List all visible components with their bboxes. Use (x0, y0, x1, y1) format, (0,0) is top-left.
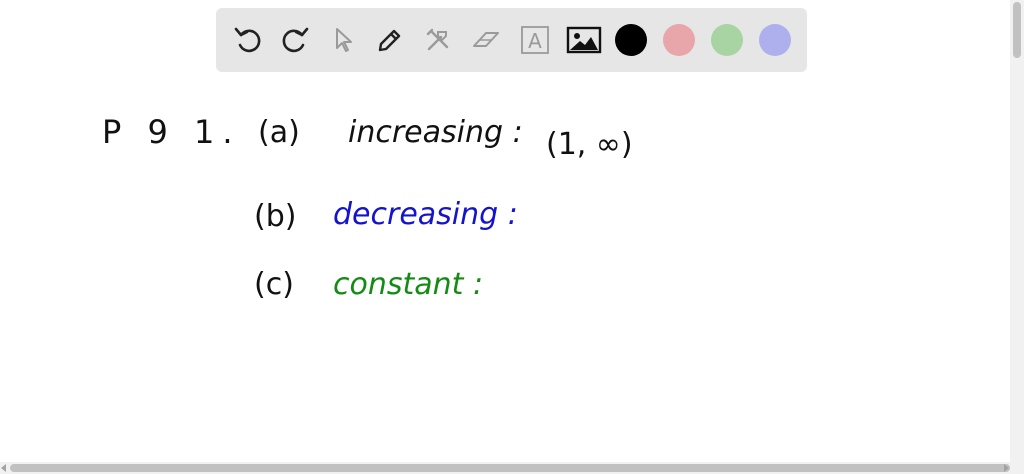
undo-icon (234, 27, 261, 53)
part-b-text: decreasing : (333, 197, 518, 232)
color-black-swatch[interactable] (615, 24, 647, 56)
text-button[interactable]: A (515, 20, 555, 60)
eraser-icon (473, 32, 499, 47)
whiteboard-canvas[interactable]: A P 9 1. (a) increasing : (1, ∞) (b) dec… (0, 0, 1010, 462)
part-c-label: (c) (254, 267, 294, 302)
horizontal-scrollbar[interactable] (0, 462, 1024, 474)
pen-button[interactable] (370, 20, 410, 60)
undo-button[interactable] (228, 20, 268, 60)
color-green-swatch[interactable] (711, 24, 743, 56)
problem-number: P 9 1. (102, 113, 241, 151)
drawing-toolbar: A (216, 8, 807, 72)
part-a-label: (a) (258, 115, 300, 150)
tools-button[interactable] (418, 20, 458, 60)
image-button[interactable] (564, 20, 604, 60)
eraser-button[interactable] (466, 20, 506, 60)
redo-icon (282, 27, 309, 53)
image-icon (566, 26, 602, 54)
pen-icon (378, 29, 401, 52)
select-button[interactable] (323, 20, 363, 60)
horizontal-scroll-thumb[interactable] (10, 464, 1010, 472)
svg-text:A: A (528, 29, 542, 53)
color-blue-swatch[interactable] (759, 24, 791, 56)
redo-button[interactable] (275, 20, 315, 60)
part-a-text: increasing : (348, 115, 523, 150)
tools-icon (426, 28, 449, 51)
color-red-swatch[interactable] (663, 24, 695, 56)
part-a-answer: (1, ∞) (546, 127, 633, 162)
pointer-icon (336, 28, 352, 52)
text-icon: A (521, 26, 549, 54)
vertical-scrollbar[interactable] (1010, 0, 1024, 462)
part-b-label: (b) (254, 199, 297, 234)
scroll-left-arrow-icon[interactable] (1, 464, 6, 472)
part-c-text: constant : (333, 267, 484, 302)
vertical-scroll-thumb[interactable] (1013, 2, 1021, 58)
scroll-right-arrow-icon[interactable] (1004, 464, 1009, 472)
